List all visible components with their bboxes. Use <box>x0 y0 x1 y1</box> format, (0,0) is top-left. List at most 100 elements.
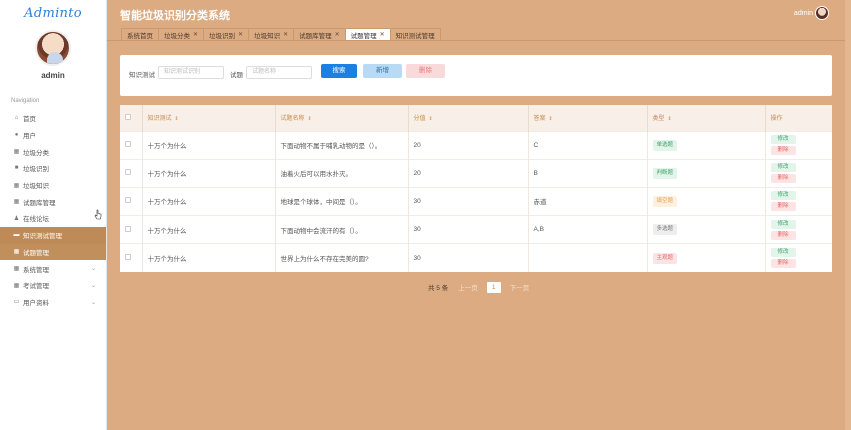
sidebar-item-exam[interactable]: ▦ 考试管理 ⌄ <box>0 277 106 294</box>
delete-button[interactable]: 删除 <box>406 64 445 78</box>
question-table: 知识测试 ⇕ 试题名称 ⇕ 分值 ⇕ 答案 ⇕ 类型 ⇕ 操作 十万个为什么 下面动物不属于… <box>120 105 832 272</box>
table-row[interactable]: 十万个为什么 世界上为什么不存在完美的圆? 30 主观题 修改 删除 <box>120 243 832 272</box>
cell-score: 20 <box>408 131 529 160</box>
table-row[interactable]: 十万个为什么 地球是个球体，中间是（）。 30 赤道 填空题 修改 删除 <box>120 187 832 216</box>
row-delete-button[interactable]: 删除 <box>770 230 796 240</box>
tab-garbage-knowledge[interactable]: 垃圾知识 ✕ <box>248 28 295 40</box>
table-body: 十万个为什么 下面动物不属于哺乳动物的是（）。 20 C 单选题 修改 删除 十万个为什么 油着… <box>120 131 832 272</box>
close-icon[interactable]: ✕ <box>335 31 340 38</box>
page-number-button[interactable]: 1 <box>486 281 501 293</box>
close-icon[interactable]: ✕ <box>283 31 288 38</box>
briefcase-icon: ▬ <box>13 232 20 239</box>
chevron-down-icon: ⌄ <box>90 266 96 273</box>
tab-knowledge-test[interactable]: 知识测试管理 <box>389 28 441 40</box>
sort-icon: ⇕ <box>667 116 672 123</box>
hand-cursor-icon <box>94 209 102 220</box>
sort-icon: ⇕ <box>428 116 433 123</box>
cell-question: 下面动物不属于哺乳动物的是（）。 <box>275 131 409 160</box>
sidebar-username: admin <box>41 71 65 80</box>
sort-icon: ⇕ <box>307 116 312 123</box>
cell-question: 世界上为什么不存在完美的圆? <box>275 243 409 272</box>
row-checkbox[interactable] <box>125 225 131 232</box>
row-delete-button[interactable]: 删除 <box>770 259 796 269</box>
edit-button[interactable]: 修改 <box>770 248 796 258</box>
row-delete-button[interactable]: 删除 <box>770 174 796 184</box>
sidebar-item-question-manage[interactable]: ▦ 试题管理 <box>0 243 106 261</box>
sidebar-item-profile[interactable]: ▭ 用户资料 ⌄ <box>0 294 106 311</box>
column-header-question[interactable]: 试题名称 ⇕ <box>275 105 409 131</box>
column-header-type[interactable]: 类型 ⇕ <box>647 105 766 131</box>
close-icon[interactable]: ✕ <box>193 31 198 38</box>
total-count: 共 5 条 <box>428 285 449 292</box>
cell-score: 30 <box>408 243 529 272</box>
cell-test: 十万个为什么 <box>142 215 276 244</box>
row-checkbox[interactable] <box>125 169 131 176</box>
avatar[interactable] <box>35 30 71 66</box>
type-badge: 判断题 <box>652 167 678 179</box>
sidebar-item-system[interactable]: ▦ 系统管理 ⌄ <box>0 260 106 277</box>
sidebar-item-garbage-knowledge[interactable]: ▦ 垃圾知识 <box>0 177 106 194</box>
sort-icon: ⇕ <box>174 116 179 123</box>
grid-icon: ▦ <box>13 199 20 206</box>
close-icon[interactable]: ✕ <box>238 31 243 38</box>
test-search-input[interactable]: 知识测试识别 <box>158 66 224 79</box>
tab-home[interactable]: 系统首页 <box>121 28 159 40</box>
sidebar: Adminto admin Navigation ⌂ 首页 ● 用户 ▦ 垃圾分类 ■… <box>0 0 107 430</box>
column-header-answer[interactable]: 答案 ⇕ <box>528 105 648 131</box>
table-row[interactable]: 十万个为什么 油着火后可以用水扑灭。 20 B 判断题 修改 删除 <box>120 159 832 188</box>
page-scrollbar[interactable] <box>845 0 851 430</box>
sidebar-item-forum[interactable]: ♟ 在线论坛 <box>0 210 106 227</box>
cell-score: 20 <box>408 159 529 188</box>
row-delete-button[interactable]: 删除 <box>770 202 796 212</box>
search-button[interactable]: 搜索 <box>321 64 357 78</box>
pagination: 共 5 条 上一页 1 下一页 <box>428 281 529 293</box>
edit-button[interactable]: 修改 <box>770 163 796 173</box>
table-row[interactable]: 十万个为什么 下面动物中会流汗的有（）。 30 A,B 多选题 修改 删除 <box>120 215 832 244</box>
tab-garbage-recognition[interactable]: 垃圾识别 ✕ <box>203 28 250 40</box>
edit-button[interactable]: 修改 <box>770 191 796 201</box>
user-pin-icon: ● <box>14 132 19 139</box>
type-badge: 填空题 <box>652 195 678 207</box>
chevron-down-icon: ⌄ <box>90 299 96 306</box>
cell-question: 地球是个球体，中间是（）。 <box>275 187 409 216</box>
cell-answer: C <box>528 131 648 160</box>
app-logo[interactable]: Adminto <box>0 0 106 28</box>
cell-score: 30 <box>408 215 529 244</box>
type-badge: 单选题 <box>652 139 678 151</box>
sidebar-item-user[interactable]: ● 用户 <box>0 127 106 144</box>
page-title: 智能垃圾识别分类系统 <box>120 10 230 22</box>
column-header-score[interactable]: 分值 ⇕ <box>408 105 529 131</box>
tab-garbage-category[interactable]: 垃圾分类 ✕ <box>158 28 205 40</box>
tab-question-manage[interactable]: 试题管理 ✕ <box>344 28 391 40</box>
cell-answer <box>528 243 648 272</box>
table-row[interactable]: 十万个为什么 下面动物不属于哺乳动物的是（）。 20 C 单选题 修改 删除 <box>120 131 832 160</box>
type-badge: 主观题 <box>652 252 678 264</box>
table-header-row: 知识测试 ⇕ 试题名称 ⇕ 分值 ⇕ 答案 ⇕ 类型 ⇕ 操作 <box>120 105 832 131</box>
row-checkbox[interactable] <box>125 254 131 261</box>
add-button[interactable]: 新增 <box>363 64 402 78</box>
admin-username[interactable]: admin <box>794 10 813 17</box>
sidebar-item-home[interactable]: ⌂ 首页 <box>0 110 106 127</box>
sidebar-item-knowledge-test[interactable]: ▬ 知识测试管理 <box>0 226 106 244</box>
edit-button[interactable]: 修改 <box>770 135 796 145</box>
sort-icon: ⇕ <box>548 116 553 123</box>
column-header-test[interactable]: 知识测试 ⇕ <box>142 105 276 131</box>
edit-button[interactable]: 修改 <box>770 219 796 229</box>
prev-page-button[interactable]: 上一页 <box>458 282 478 292</box>
sidebar-item-garbage-recognition[interactable]: ■ 垃圾识别 <box>0 160 106 177</box>
cell-test: 十万个为什么 <box>142 159 276 188</box>
sidebar-item-garbage-category[interactable]: ▦ 垃圾分类 <box>0 143 106 160</box>
grid-icon: ▦ <box>13 249 20 256</box>
question-label: 试题 <box>230 72 243 79</box>
row-checkbox[interactable] <box>125 141 131 148</box>
select-all-checkbox[interactable] <box>125 113 131 120</box>
question-search-input[interactable]: 试题名称 <box>246 66 312 79</box>
next-page-button[interactable]: 下一页 <box>510 282 530 292</box>
close-icon[interactable]: ✕ <box>380 31 385 38</box>
header-avatar[interactable] <box>815 6 829 20</box>
cell-test: 十万个为什么 <box>142 187 276 216</box>
row-delete-button[interactable]: 删除 <box>770 146 796 156</box>
sidebar-item-question-bank[interactable]: ▦ 试题库管理 <box>0 193 106 210</box>
row-checkbox[interactable] <box>125 197 131 204</box>
tab-question-bank[interactable]: 试题库管理 ✕ <box>293 28 346 40</box>
